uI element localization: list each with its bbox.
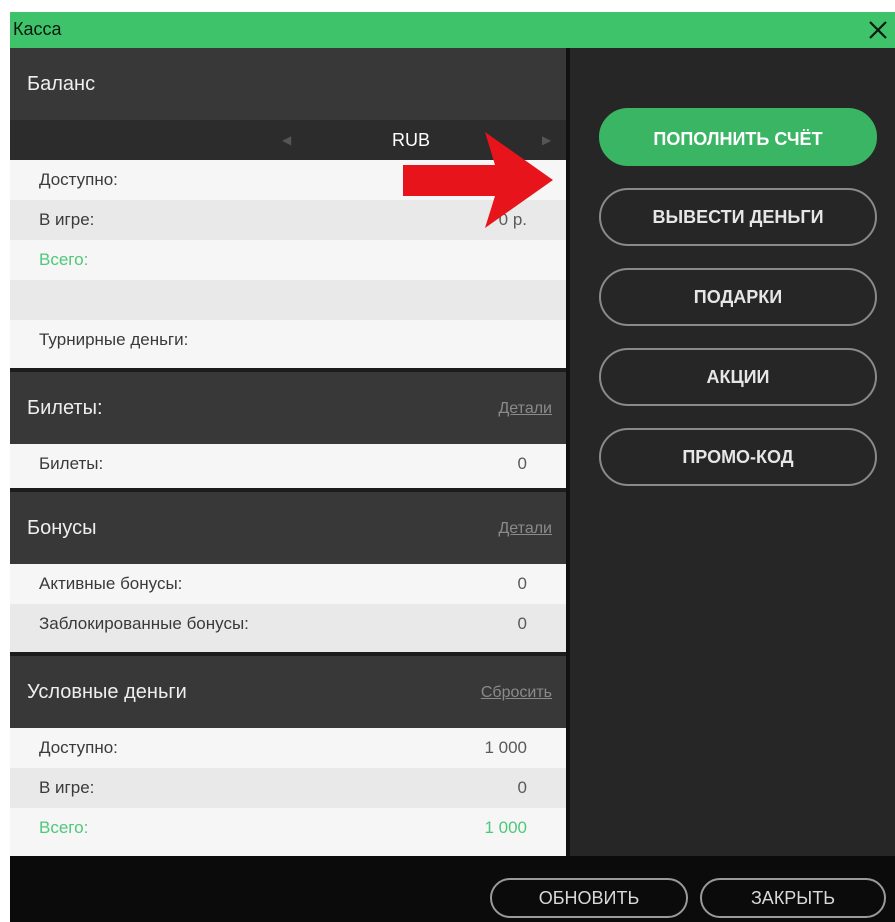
balance-row — [10, 280, 566, 320]
currency-label: RUB — [392, 130, 431, 150]
bonuses-row: Заблокированные бонусы: 0 — [10, 604, 566, 652]
play-money-title: Условные деньги — [27, 681, 187, 703]
promotions-button[interactable]: АКЦИИ — [599, 348, 877, 406]
window-title: Касса — [13, 19, 62, 39]
deposit-button[interactable]: ПОПОЛНИТЬ СЧЁТ — [599, 108, 877, 166]
tickets-details-link[interactable]: Детали — [498, 400, 552, 418]
balance-row-value: 0 р. — [498, 210, 527, 229]
play-money-row: В игре: 0 — [10, 768, 566, 808]
close-icon[interactable] — [863, 15, 893, 45]
bonuses-row-label: Заблокированные бонусы: — [39, 614, 249, 633]
title-bar: Касса — [10, 12, 895, 48]
bonuses-row-label: Активные бонусы: — [39, 574, 183, 593]
bonuses-row: Активные бонусы: 0 — [10, 564, 566, 604]
tickets-header: Билеты: Детали — [10, 372, 566, 444]
balance-row-label: Всего: — [39, 250, 89, 269]
balance-row-label: В игре: — [39, 210, 95, 229]
play-money-row-value: 1 000 — [484, 818, 527, 837]
account-panel: Баланс ◀ RUB ▶ Доступно: В игре: 0 р. Вс… — [10, 48, 566, 856]
bonuses-row-value: 0 — [517, 574, 527, 593]
balance-title: Баланс — [27, 73, 96, 95]
currency-selector: ◀ RUB ▶ — [10, 120, 566, 160]
tickets-row: Билеты: 0 — [10, 444, 566, 488]
play-money-row-label: В игре: — [39, 778, 95, 797]
balance-row-label: Турнирные деньги: — [39, 330, 189, 349]
withdraw-button[interactable]: ВЫВЕСТИ ДЕНЬГИ — [599, 188, 877, 246]
play-money-row: Всего: 1 000 — [10, 808, 566, 856]
tickets-row-label: Билеты: — [39, 454, 104, 473]
bonuses-details-link[interactable]: Детали — [498, 520, 552, 538]
tickets-row-value: 0 — [517, 454, 527, 473]
bonuses-header: Бонусы Детали — [10, 492, 566, 564]
panel-divider — [566, 48, 570, 856]
balance-row-label: Доступно: — [39, 170, 118, 189]
play-money-row-value: 0 — [517, 778, 527, 797]
bonuses-title: Бонусы — [27, 517, 97, 539]
gifts-button[interactable]: ПОДАРКИ — [599, 268, 877, 326]
play-money-row-value: 1 000 — [484, 738, 527, 757]
balance-row: Доступно: — [10, 160, 566, 200]
chevron-right-icon[interactable]: ▶ — [542, 133, 551, 147]
play-money-header: Условные деньги Сбросить — [10, 656, 566, 728]
balance-row: Всего: — [10, 240, 566, 280]
play-money-row: Доступно: 1 000 — [10, 728, 566, 768]
bonuses-row-value: 0 — [517, 614, 527, 633]
play-money-reset-link[interactable]: Сбросить — [481, 684, 552, 702]
balance-row: В игре: 0 р. — [10, 200, 566, 240]
chevron-left-icon[interactable]: ◀ — [282, 133, 291, 147]
play-money-row-label: Всего: — [39, 818, 89, 837]
promo-code-button[interactable]: ПРОМО-КОД — [599, 428, 877, 486]
close-button[interactable]: ЗАКРЫТЬ — [700, 878, 886, 918]
footer-bar: ОБНОВИТЬ ЗАКРЫТЬ — [10, 856, 895, 922]
balance-header: Баланс — [10, 48, 566, 120]
balance-row: Турнирные деньги: — [10, 320, 566, 368]
tickets-title: Билеты: — [27, 397, 103, 419]
cashier-window: Касса Баланс ◀ RUB ▶ Доступно: В игре: 0… — [10, 12, 895, 922]
play-money-row-label: Доступно: — [39, 738, 118, 757]
refresh-button[interactable]: ОБНОВИТЬ — [490, 878, 688, 918]
